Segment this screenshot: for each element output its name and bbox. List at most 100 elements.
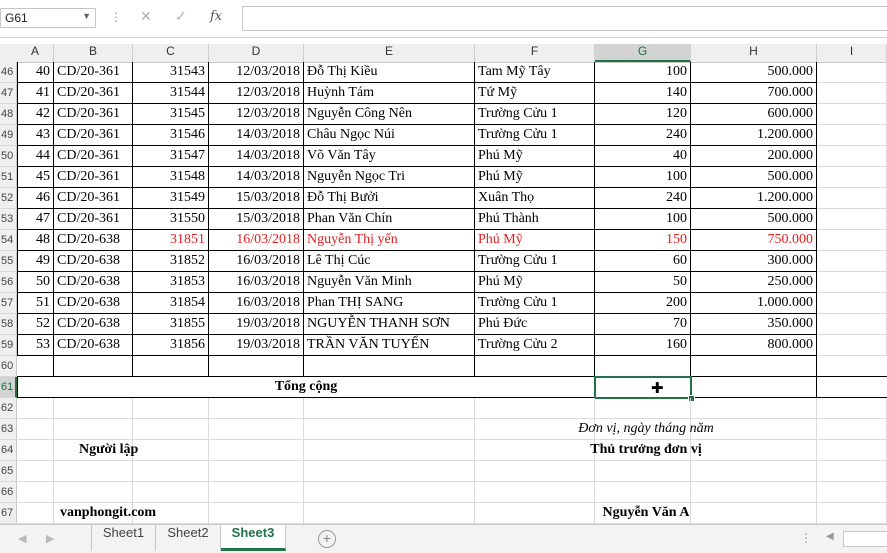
cell-qty[interactable]: 150 (595, 230, 691, 251)
column-header-f[interactable]: F (475, 44, 595, 62)
column-header-g[interactable]: G (595, 44, 691, 62)
cell[interactable] (817, 482, 887, 503)
row-header[interactable]: 63 (0, 419, 17, 440)
cell-qty[interactable]: 100 (595, 62, 691, 83)
cell-amount[interactable]: 750.000 (691, 230, 817, 251)
cell[interactable] (17, 461, 54, 482)
more-options-icon[interactable]: ⋮ (800, 531, 812, 545)
cell-stt[interactable]: 48 (17, 230, 54, 251)
cell[interactable] (209, 356, 304, 377)
cell-date[interactable]: 14/03/2018 (209, 146, 304, 167)
cell-date[interactable]: 16/03/2018 (209, 272, 304, 293)
cell[interactable] (691, 356, 817, 377)
cell-name[interactable]: Võ Văn Tây (304, 146, 475, 167)
row-header[interactable]: 50 (0, 146, 17, 167)
cell-qty[interactable]: 50 (595, 272, 691, 293)
cell-amount[interactable]: 200.000 (691, 146, 817, 167)
cell-amount[interactable]: 600.000 (691, 104, 817, 125)
cell-place[interactable]: Trường Cửu 1 (475, 293, 595, 314)
column-header-d[interactable]: D (209, 44, 304, 62)
cell-name[interactable]: Nguyễn Văn Minh (304, 272, 475, 293)
add-sheet-icon[interactable]: + (318, 530, 336, 548)
cell-i[interactable] (817, 62, 887, 83)
cell-name[interactable]: Đỗ Thị Kiều (304, 62, 475, 83)
cell[interactable] (817, 377, 887, 398)
cell-i[interactable] (817, 272, 887, 293)
cell[interactable] (209, 461, 304, 482)
cell-stt[interactable]: 51 (17, 293, 54, 314)
cell-date[interactable]: 12/03/2018 (209, 104, 304, 125)
cell[interactable] (133, 398, 209, 419)
cell-id[interactable]: 31546 (133, 125, 209, 146)
cell-qty[interactable]: 100 (595, 209, 691, 230)
row-header[interactable]: 57 (0, 293, 17, 314)
cell-stt[interactable]: 40 (17, 62, 54, 83)
cell-place[interactable]: Xuân Thọ (475, 188, 595, 209)
cancel-icon[interactable]: ✕ (140, 8, 152, 25)
cell-place[interactable]: Phú Mỹ (475, 167, 595, 188)
cell-stt[interactable]: 50 (17, 272, 54, 293)
row-header[interactable]: 47 (0, 83, 17, 104)
next-sheet-icon[interactable]: ▶ (46, 532, 54, 545)
cell-stt[interactable]: 47 (17, 209, 54, 230)
row-header[interactable]: 54 (0, 230, 17, 251)
cell-place[interactable]: Trường Cửu 1 (475, 251, 595, 272)
cell[interactable] (304, 482, 475, 503)
cell-code[interactable]: CD/20-638 (54, 314, 133, 335)
more-options-icon[interactable]: ⋮ (110, 10, 122, 24)
cell-place[interactable]: Trường Cửu 1 (475, 104, 595, 125)
cell-place[interactable]: Phú Mỹ (475, 272, 595, 293)
cell[interactable] (133, 419, 209, 440)
cell-place[interactable]: Tam Mỹ Tây (475, 62, 595, 83)
cell-stt[interactable]: 41 (17, 83, 54, 104)
cell[interactable] (475, 482, 595, 503)
cell-amount[interactable]: 500.000 (691, 167, 817, 188)
row-header[interactable]: 55 (0, 251, 17, 272)
cell-place[interactable]: Phú Mỹ (475, 230, 595, 251)
cell-date[interactable]: 16/03/2018 (209, 293, 304, 314)
column-header-i[interactable]: I (817, 44, 887, 62)
cell-i[interactable] (817, 125, 887, 146)
cell[interactable] (475, 356, 595, 377)
cell-id[interactable]: 31854 (133, 293, 209, 314)
row-header[interactable]: 56 (0, 272, 17, 293)
cell[interactable] (209, 482, 304, 503)
cell-date[interactable]: 19/03/2018 (209, 335, 304, 356)
cell-stt[interactable]: 46 (17, 188, 54, 209)
row-header[interactable]: 52 (0, 188, 17, 209)
cell-id[interactable]: 31544 (133, 83, 209, 104)
cell-name[interactable]: NGUYỄN THANH SƠN (304, 314, 475, 335)
cell[interactable] (817, 398, 887, 419)
cell[interactable] (209, 398, 304, 419)
cell-name[interactable]: Nguyễn Ngọc Tri (304, 167, 475, 188)
cell-i[interactable] (817, 251, 887, 272)
cell-name[interactable]: Châu Ngọc Núi (304, 125, 475, 146)
cell-id[interactable]: 31851 (133, 230, 209, 251)
cell[interactable] (595, 461, 691, 482)
cell-place[interactable]: Phú Thành (475, 209, 595, 230)
cell-code[interactable]: CD/20-361 (54, 125, 133, 146)
cell[interactable] (133, 482, 209, 503)
row-header[interactable]: 53 (0, 209, 17, 230)
cell-code[interactable]: CD/20-361 (54, 104, 133, 125)
check-icon[interactable]: ✓ (175, 8, 187, 25)
cell-code[interactable]: CD/20-638 (54, 230, 133, 251)
tab-sheet2[interactable]: Sheet2 (156, 525, 221, 551)
row-header[interactable]: 65 (0, 461, 17, 482)
cell[interactable] (304, 356, 475, 377)
cell-name[interactable]: Nguyễn Công Nên (304, 104, 475, 125)
insert-function-icon[interactable]: fx (210, 9, 222, 24)
cell-id[interactable]: 31856 (133, 335, 209, 356)
cell-amount[interactable]: 1.200.000 (691, 188, 817, 209)
row-header[interactable]: 66 (0, 482, 17, 503)
cell-qty[interactable]: 100 (595, 167, 691, 188)
cell-i[interactable] (817, 167, 887, 188)
cell[interactable] (133, 461, 209, 482)
cell[interactable] (817, 503, 887, 524)
cell-i[interactable] (817, 104, 887, 125)
cell-place[interactable]: Trường Cửu 1 (475, 125, 595, 146)
cell-amount[interactable]: 500.000 (691, 62, 817, 83)
cell-i[interactable] (817, 335, 887, 356)
select-all-corner[interactable] (0, 44, 17, 62)
cell-date[interactable]: 14/03/2018 (209, 125, 304, 146)
